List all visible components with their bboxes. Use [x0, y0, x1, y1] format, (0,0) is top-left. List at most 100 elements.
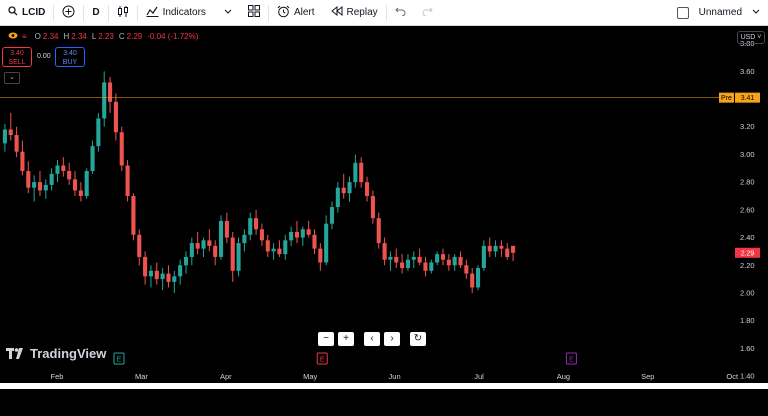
candle: [359, 157, 364, 188]
grid-icon: [247, 5, 260, 20]
candle: [423, 256, 428, 277]
earnings-marker[interactable]: E: [316, 352, 328, 365]
x-tick-label: Mar: [135, 372, 148, 381]
candle: [458, 251, 463, 269]
candle: [37, 171, 43, 196]
alarm-clock-icon: [277, 5, 290, 21]
earnings-marker[interactable]: E: [113, 352, 125, 365]
candle: [148, 265, 153, 288]
candle: [493, 240, 498, 257]
svg-text:E: E: [569, 357, 574, 364]
candle: [341, 173, 346, 199]
y-tick-label: 1.60: [740, 344, 755, 353]
eye-icon[interactable]: [8, 32, 18, 41]
rewind-icon: [330, 5, 343, 19]
y-tick-label: 1.40: [740, 372, 755, 381]
pre-market-tag: Pre 3.41: [719, 92, 760, 103]
close-value: 2.29: [126, 32, 143, 41]
candle: [347, 176, 352, 202]
candle: [55, 159, 60, 183]
chart-type-button[interactable]: [109, 0, 137, 26]
candle: [289, 226, 294, 246]
buy-button[interactable]: 3.40 BUY: [55, 47, 85, 67]
plus-icon: +: [343, 333, 349, 344]
chevron-down-icon: [752, 7, 760, 18]
chevron-down-icon: [224, 7, 232, 18]
low-label: L: [91, 32, 97, 41]
candle: [248, 212, 253, 241]
y-tick-label: 2.20: [740, 261, 755, 270]
candle: [271, 243, 276, 260]
chart-area[interactable]: 1.40 1.60 1.80 2.00 2.20 2.40 2.60 2.80 3.00 3.20…: [0, 27, 768, 383]
candle: [382, 237, 387, 266]
candle: [26, 161, 31, 194]
indicators-button[interactable]: Indicators: [138, 0, 240, 26]
scroll-right-button[interactable]: ›: [384, 332, 400, 346]
zoom-out-button[interactable]: −: [318, 332, 334, 346]
scroll-left-button[interactable]: ‹: [364, 332, 380, 346]
undo-button[interactable]: [387, 0, 414, 26]
candle: [102, 71, 107, 127]
layout-name-button[interactable]: Unnamed: [669, 0, 768, 26]
reset-chart-button[interactable]: ↻: [410, 332, 426, 346]
candle: [446, 254, 451, 271]
x-tick-label: Jul: [474, 372, 484, 381]
search-icon: [8, 6, 18, 19]
y-tick-label: 3.60: [740, 67, 755, 76]
candle: [429, 259, 434, 274]
price-chart[interactable]: 1.40 1.60 1.80 2.00 2.20 2.40 2.60 2.80 3.00 3.20…: [0, 27, 768, 383]
svg-text:E: E: [117, 357, 122, 364]
high-value: 2.34: [71, 32, 87, 41]
candle: [195, 232, 200, 255]
candle: [90, 140, 95, 174]
chart-navigation: − + ‹ › ↻: [318, 332, 426, 346]
candle: [43, 179, 48, 199]
candle: [376, 212, 381, 249]
candle: [201, 237, 206, 257]
earnings-marker[interactable]: E: [565, 352, 577, 365]
top-toolbar: LCID D Indicators Alert Replay Unnamed: [0, 0, 768, 26]
candle: [505, 243, 510, 260]
y-tick-label: 3.00: [740, 150, 755, 159]
symbol-label: LCID: [22, 7, 46, 18]
replay-button[interactable]: Replay: [323, 0, 386, 26]
candle: [213, 240, 218, 266]
candle: [113, 93, 118, 141]
chevron-right-icon: ›: [390, 333, 394, 344]
redo-button[interactable]: [414, 0, 441, 26]
sell-button[interactable]: 3.40 SELL: [2, 47, 32, 67]
alert-label: Alert: [293, 7, 315, 18]
y-tick-label: 1.80: [740, 316, 755, 325]
tradingview-logo[interactable]: TradingView: [6, 346, 106, 361]
candle: [32, 175, 37, 202]
menu-icon[interactable]: ≡: [22, 32, 27, 41]
interval-button[interactable]: D: [84, 0, 107, 26]
candle: [143, 251, 148, 285]
compare-button[interactable]: [54, 0, 83, 26]
candle: [137, 229, 142, 266]
candle: [300, 226, 305, 246]
candle: [411, 251, 416, 269]
sell-label: SELL: [8, 59, 26, 66]
candle: [72, 171, 78, 196]
candle: [265, 234, 270, 257]
zoom-in-button[interactable]: +: [338, 332, 354, 346]
tv-logo-icon: [6, 348, 23, 359]
alert-button[interactable]: Alert: [269, 0, 323, 26]
y-tick-label: 3.20: [740, 122, 755, 131]
candle: [435, 251, 440, 266]
candle: [20, 140, 25, 176]
candle: [254, 209, 259, 235]
candle: [470, 268, 475, 293]
symbol-search[interactable]: LCID: [0, 0, 53, 26]
candle: [306, 220, 311, 238]
checkbox-icon[interactable]: [676, 6, 689, 19]
candle: [329, 201, 335, 230]
layouts-button[interactable]: [240, 0, 268, 26]
candle: [183, 251, 189, 274]
candle: [511, 245, 516, 262]
chevron-left-icon: ‹: [370, 333, 374, 344]
collapse-legend-button[interactable]: ⌄: [4, 72, 20, 84]
plus-circle-icon: [62, 5, 75, 21]
currency-selector[interactable]: USD ˅: [737, 31, 765, 44]
